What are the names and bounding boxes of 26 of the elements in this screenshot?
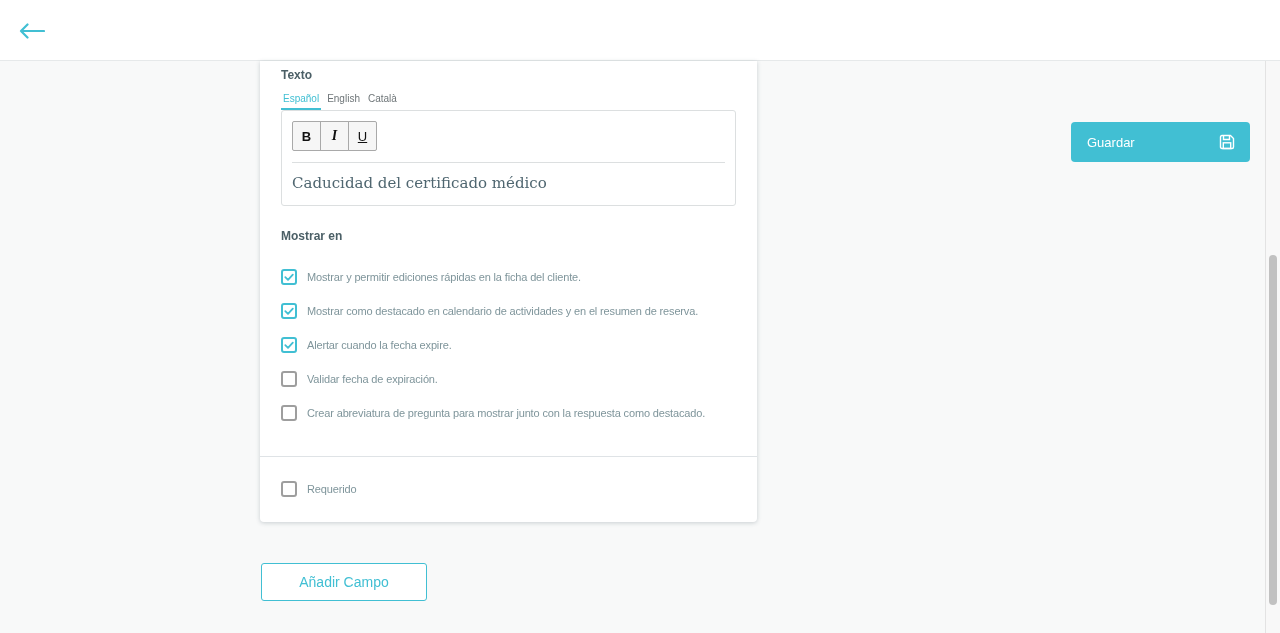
checkbox[interactable]: [281, 371, 297, 387]
editor-text: Caducidad del certificado médico: [292, 173, 548, 193]
back-arrow-icon: [19, 22, 45, 39]
scrollbar-track[interactable]: [1265, 61, 1280, 633]
format-button[interactable]: I: [320, 121, 349, 151]
save-icon: [1219, 134, 1235, 150]
checkbox-label: Requerido: [307, 482, 357, 496]
checkbox-label: Mostrar y permitir ediciones rápidas en la ficha del cliente.: [307, 270, 581, 284]
checkbox-label: Mostrar como destacado en calendario de actividades y en el resumen de reserva.: [307, 304, 699, 318]
format-button[interactable]: U: [348, 121, 377, 151]
checkbox[interactable]: [281, 337, 297, 353]
back-button[interactable]: [19, 22, 45, 39]
checkbox-label: Alertar cuando la fecha expire.: [307, 338, 452, 352]
scrollbar-thumb[interactable]: [1269, 255, 1277, 605]
section-title: Texto: [281, 67, 314, 83]
checkbox[interactable]: [281, 303, 297, 319]
checkbox[interactable]: [281, 405, 297, 421]
checkbox[interactable]: [281, 269, 297, 285]
language-tab[interactable]: English: [325, 91, 362, 110]
checkbox[interactable]: [281, 481, 297, 497]
rich-text-editor[interactable]: B I U Caducidad del certificado médico: [281, 110, 736, 206]
section-title: Mostrar en: [281, 228, 344, 244]
format-button[interactable]: B: [292, 121, 321, 151]
checkbox-label: Crear abreviatura de pregunta para mostrar junto con la respuesta como destacado.: [307, 406, 706, 420]
checkbox-label: Validar fecha de expiración.: [307, 372, 438, 386]
language-tab[interactable]: Català: [365, 91, 399, 110]
